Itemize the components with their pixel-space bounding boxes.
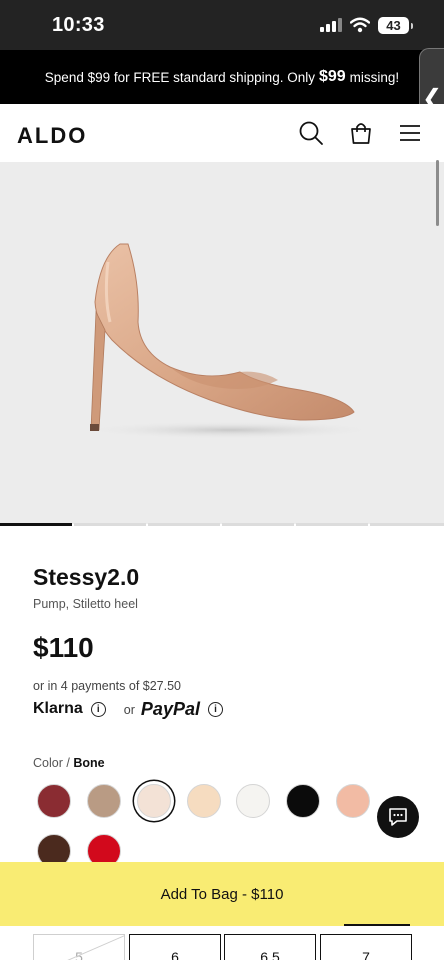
- size-option[interactable]: 7: [320, 934, 412, 960]
- carousel-dot[interactable]: [296, 523, 368, 526]
- color-swatch[interactable]: [37, 784, 71, 818]
- product-image[interactable]: [0, 162, 444, 524]
- color-swatch[interactable]: [236, 784, 270, 818]
- color-swatch[interactable]: [87, 784, 121, 818]
- aldo-logo[interactable]: ALDO: [17, 123, 87, 149]
- product-name: Stessy2.0: [33, 564, 140, 590]
- shoe-illustration: [80, 243, 380, 439]
- promo-text: Spend $99 for FREE standard shipping. On…: [44, 69, 315, 85]
- menu-icon[interactable]: [398, 120, 420, 146]
- site-header: ALDO: [0, 104, 444, 162]
- color-swatch[interactable]: [336, 784, 370, 818]
- cellular-signal-icon: [320, 18, 342, 32]
- chat-button[interactable]: [377, 796, 419, 838]
- product-subtitle: Pump, Stiletto heel: [33, 597, 138, 611]
- klarna-info-icon[interactable]: i: [90, 701, 106, 717]
- bag-icon[interactable]: [348, 120, 374, 146]
- chat-icon: [389, 808, 407, 826]
- color-swatch[interactable]: [187, 784, 221, 818]
- carousel-dot[interactable]: [0, 523, 72, 526]
- promo-amount: $99: [318, 68, 346, 85]
- carousel-dot[interactable]: [222, 523, 294, 526]
- strikethrough-icon: [67, 935, 124, 960]
- carousel-dot[interactable]: [74, 523, 146, 526]
- search-icon[interactable]: [298, 120, 324, 146]
- promo-suffix: missing!: [349, 69, 400, 85]
- product-price: $110: [33, 632, 94, 663]
- payment-options: Klarna i or PayPal i: [33, 698, 223, 720]
- status-bar: 10:33 43: [0, 0, 444, 50]
- selected-color-name: Bone: [73, 756, 105, 770]
- divider: [344, 924, 410, 926]
- wifi-icon: [350, 17, 370, 33]
- scrollbar[interactable]: [436, 160, 439, 226]
- status-time: 10:33: [52, 14, 105, 36]
- klarna-logo: Klarna: [33, 700, 83, 717]
- color-swatch[interactable]: [286, 784, 320, 818]
- paypal-logo: PayPal: [140, 698, 200, 719]
- installments-text: or in 4 payments of $27.50: [33, 679, 182, 693]
- size-option[interactable]: 6: [129, 934, 221, 960]
- paypal-info-icon[interactable]: i: [207, 701, 223, 717]
- promo-banner[interactable]: Spend $99 for FREE standard shipping. On…: [0, 50, 444, 104]
- add-to-bag-button[interactable]: Add To Bag - $110: [0, 862, 444, 926]
- color-swatch[interactable]: [137, 784, 171, 818]
- carousel-dot[interactable]: [148, 523, 220, 526]
- image-carousel-indicator: [0, 523, 444, 527]
- payment-or: or: [123, 703, 135, 717]
- color-label: Color / Bone: [33, 756, 105, 770]
- battery-indicator: 43: [378, 17, 413, 34]
- carousel-dot[interactable]: [370, 523, 444, 526]
- size-option-unavailable[interactable]: 5: [33, 934, 125, 960]
- size-option[interactable]: 6.5: [224, 934, 316, 960]
